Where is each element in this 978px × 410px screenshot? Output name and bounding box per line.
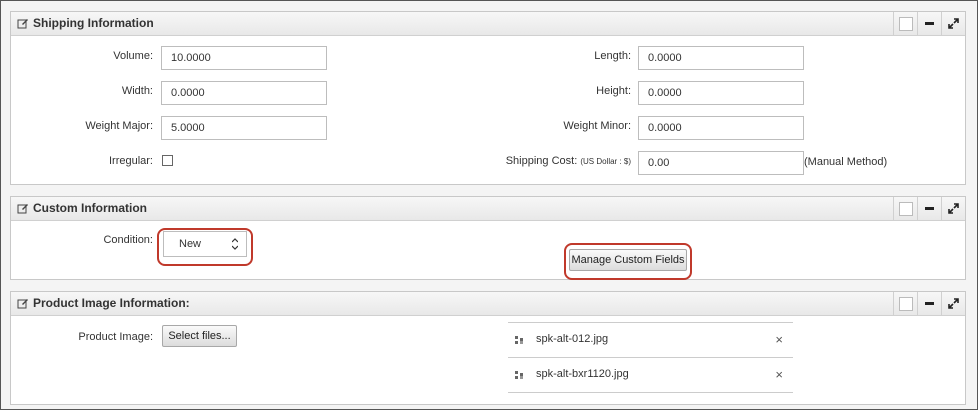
custom-panel-title: Custom Information (33, 201, 147, 215)
image-panel-title: Product Image Information: (33, 296, 190, 310)
manage-custom-fields-button[interactable]: Manage Custom Fields (569, 249, 687, 271)
condition-select[interactable]: New (163, 231, 247, 257)
file-item[interactable]: spk-alt-bxr1120.jpg × (508, 358, 793, 393)
file-name: spk-alt-012.jpg (536, 333, 609, 345)
expand-icon (948, 203, 959, 214)
shipping-cost-label: Shipping Cost: (US Dollar : $) (471, 155, 631, 167)
collapse-button[interactable] (917, 292, 941, 315)
currency-label: (US Dollar : $) (580, 157, 631, 166)
minus-icon (925, 207, 934, 210)
file-list: spk-alt-012.jpg × spk-alt-bxr1120.jpg × (508, 322, 793, 393)
custom-panel: Custom Information Condition: New Manage… (10, 196, 966, 280)
file-name: spk-alt-bxr1120.jpg (536, 368, 629, 380)
panel-toggle-button[interactable] (893, 292, 917, 315)
image-panel-header: Product Image Information: (11, 292, 965, 316)
width-input[interactable]: 0.0000 (161, 81, 327, 105)
drag-handle-icon[interactable] (515, 371, 523, 379)
select-files-button[interactable]: Select files... (162, 325, 237, 347)
length-input[interactable]: 0.0000 (638, 46, 804, 70)
weight-major-label: Weight Major: (85, 120, 153, 132)
panel-toggle-button[interactable] (893, 12, 917, 35)
expand-icon (948, 298, 959, 309)
length-label: Length: (594, 50, 631, 62)
irregular-label: Irregular: (108, 155, 153, 167)
volume-input[interactable]: 10.0000 (161, 46, 327, 70)
panel-toggle-button[interactable] (893, 197, 917, 220)
drag-handle-icon[interactable] (515, 336, 523, 344)
width-label: Width: (121, 85, 153, 97)
height-label: Height: (596, 85, 631, 97)
minus-icon (925, 22, 934, 25)
height-input[interactable]: 0.0000 (638, 81, 804, 105)
page-frame: Shipping Information Volume: 10.0000 Wid… (0, 0, 978, 410)
expand-button[interactable] (941, 197, 965, 220)
collapse-button[interactable] (917, 197, 941, 220)
weight-minor-input[interactable]: 0.0000 (638, 116, 804, 140)
file-item[interactable]: spk-alt-012.jpg × (508, 323, 793, 358)
shipping-panel-header: Shipping Information (11, 12, 965, 36)
product-image-label: Product Image: (78, 331, 153, 343)
shipping-panel-title: Shipping Information (33, 16, 154, 30)
remove-file-icon[interactable]: × (775, 332, 783, 347)
weight-major-input[interactable]: 5.0000 (161, 116, 327, 140)
weight-minor-label: Weight Minor: (563, 120, 631, 132)
expand-button[interactable] (941, 12, 965, 35)
condition-label: Condition: (103, 234, 153, 246)
condition-value: New (179, 238, 202, 250)
minus-icon (925, 302, 934, 305)
expand-button[interactable] (941, 292, 965, 315)
shipping-method-label: (Manual Method) (804, 156, 888, 168)
image-panel: Product Image Information: Product Image… (10, 291, 966, 405)
expand-icon (948, 18, 959, 29)
select-arrows-icon (232, 238, 238, 250)
shipping-cost-input[interactable]: 0.00 (638, 151, 804, 175)
remove-file-icon[interactable]: × (775, 367, 783, 382)
collapse-button[interactable] (917, 12, 941, 35)
edit-icon (17, 204, 28, 214)
edit-icon (17, 299, 28, 309)
custom-panel-header: Custom Information (11, 197, 965, 221)
shipping-panel: Shipping Information Volume: 10.0000 Wid… (10, 11, 966, 185)
shipping-cost-label-text: Shipping Cost: (505, 155, 578, 167)
volume-label: Volume: (113, 50, 153, 62)
edit-icon (17, 19, 28, 29)
irregular-checkbox[interactable] (162, 155, 173, 166)
